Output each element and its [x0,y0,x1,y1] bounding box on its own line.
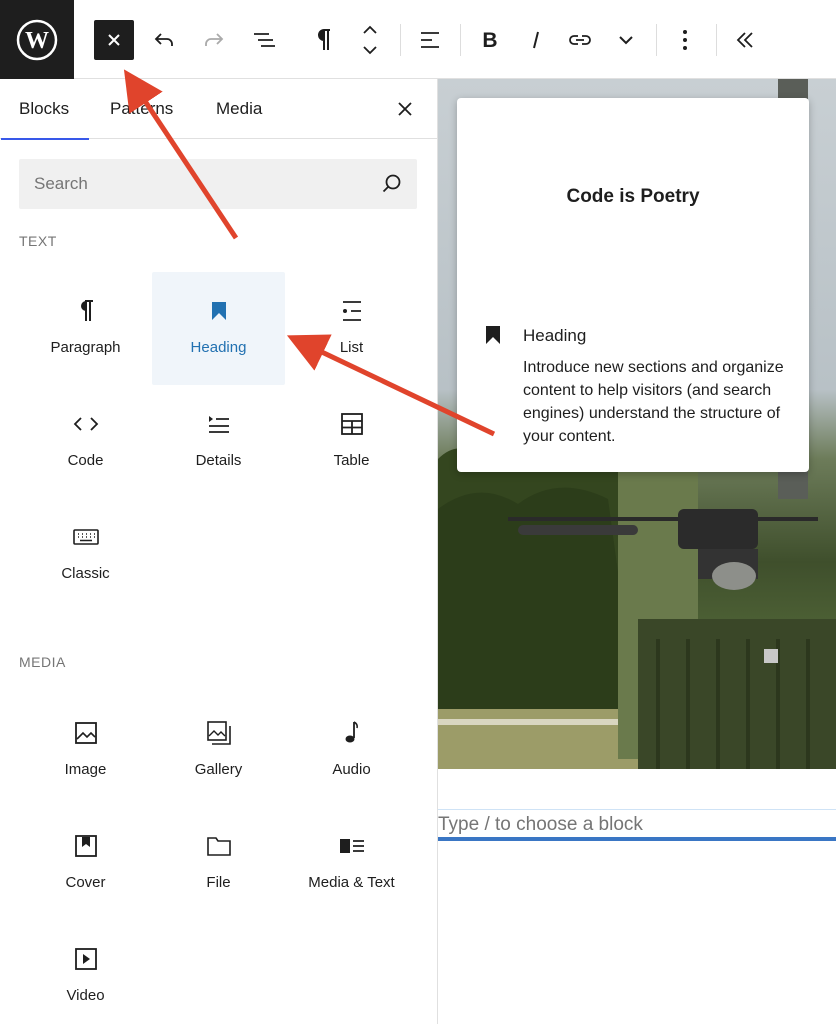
toolbar-divider [460,24,461,56]
list-view-icon [254,33,275,47]
tab-blocks[interactable]: Blocks [0,79,90,140]
undo-button[interactable] [144,20,184,60]
paragraph-icon [72,297,100,325]
list-icon [338,297,366,325]
block-item-video[interactable]: Video [19,920,152,1024]
block-search [19,159,417,209]
inserter-tabs: Blocks Patterns Media [0,79,437,140]
block-item-file[interactable]: File [152,807,285,920]
editor-toolbar: W B [0,0,836,79]
more-vertical-icon [683,30,687,50]
block-item-cover[interactable]: Cover [19,807,152,920]
block-label: Image [64,761,107,778]
audio-icon [338,719,366,747]
media-text-icon [338,832,366,860]
block-item-details[interactable]: Details [152,385,285,498]
close-icon [108,34,120,46]
bold-button[interactable]: B [470,20,510,60]
chevron-down-icon [619,36,633,45]
block-label: Media & Text [308,874,395,891]
bookmark-icon [205,297,233,325]
block-label: File [206,874,231,891]
block-item-gallery[interactable]: Gallery [152,694,285,807]
preview-block-name: Heading [523,326,587,345]
paragraph-icon [318,29,330,50]
details-icon [205,410,233,438]
document-overview-button[interactable] [244,20,284,60]
block-label: Classic [61,565,110,582]
section-title-media: MEDIA [19,654,66,670]
keyboard-icon [72,523,100,551]
italic-icon [533,31,539,49]
block-appender[interactable]: Type / to choose a block [438,809,836,841]
video-icon [72,945,100,973]
block-label: Audio [332,761,371,778]
undo-icon [154,33,173,46]
block-label: Heading [190,339,247,356]
chevron-double-left-icon [736,32,753,48]
tab-media[interactable]: Media [216,79,262,139]
block-item-media-text[interactable]: Media & Text [285,807,418,920]
toolbar-divider [656,24,657,56]
search-icon[interactable] [381,173,403,195]
paragraph-block-button[interactable] [304,20,344,60]
block-item-image[interactable]: Image [19,694,152,807]
bookmark-icon [486,326,500,344]
link-icon [569,35,591,45]
block-preview-popover: Code is Poetry Heading Introduce new sec… [457,98,809,472]
cover-icon [72,832,100,860]
block-item-audio[interactable]: Audio [285,694,418,807]
block-item-heading[interactable]: Heading [152,272,285,385]
toolbar-divider [400,24,401,56]
link-button[interactable] [560,20,600,60]
svg-text:B: B [482,29,497,52]
gallery-icon [205,719,233,747]
align-left-icon [421,32,439,48]
image-icon [72,719,100,747]
wordpress-logo-icon[interactable]: W [0,0,74,79]
block-label: List [339,339,364,356]
tab-patterns[interactable]: Patterns [110,79,173,139]
block-inserter-panel: Blocks Patterns Media TEXT Paragraph Hea… [0,79,438,1024]
close-inserter-button[interactable] [94,20,134,60]
svg-text:W: W [25,28,49,54]
bold-icon: B [482,29,497,52]
folder-icon [205,832,233,860]
appender-placeholder: Type / to choose a block [438,814,643,835]
block-label: Cover [65,874,106,891]
italic-button[interactable] [516,20,556,60]
block-item-code[interactable]: Code [19,385,152,498]
block-label: Gallery [194,761,243,778]
preview-example-heading: Code is Poetry [566,186,700,207]
code-icon [72,410,100,438]
more-rich-text-button[interactable] [606,20,646,60]
redo-icon [205,33,224,46]
align-button[interactable] [410,20,450,60]
redo-button[interactable] [194,20,234,60]
preview-block-description: Introduce new sections and organize cont… [523,359,784,445]
block-label: Details [195,452,242,469]
options-button[interactable] [665,20,705,60]
close-icon [398,102,412,116]
section-title-text: TEXT [19,233,57,249]
block-item-classic[interactable]: Classic [19,498,152,611]
block-item-table[interactable]: Table [285,385,418,498]
block-label: Paragraph [50,339,121,356]
block-item-paragraph[interactable]: Paragraph [19,272,152,385]
chevron-up-down-icon [363,25,377,55]
block-item-list[interactable]: List [285,272,418,385]
close-inserter-panel-button[interactable] [393,97,417,121]
search-input[interactable] [19,159,359,209]
toolbar-divider [716,24,717,56]
block-label: Video [66,987,105,1004]
move-up-down-button[interactable] [350,20,390,60]
table-icon [338,410,366,438]
collapse-toolbar-button[interactable] [725,20,765,60]
block-label: Table [333,452,370,469]
block-label: Code [67,452,104,469]
